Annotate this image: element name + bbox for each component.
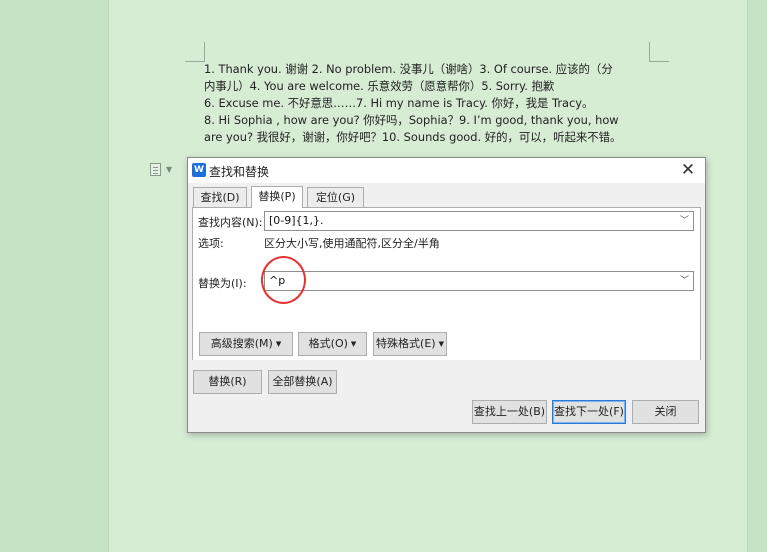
replace-all-button[interactable]: 全部替换(A)	[268, 370, 337, 394]
tab-replace[interactable]: 替换(P)	[251, 186, 303, 208]
advanced-search-button[interactable]: 高级搜索(M) ▼	[199, 332, 293, 356]
find-label: 查找内容(N):	[198, 216, 263, 229]
document-line: 1. Thank you. 谢谢 2. No problem. 没事儿（谢啥）3…	[204, 62, 613, 76]
options-value: 区分大小写,使用通配符,区分全/半角	[264, 237, 440, 250]
page-margin-marker-right	[649, 42, 669, 62]
document-body[interactable]: 1. Thank you. 谢谢 2. No problem. 没事儿（谢啥）3…	[204, 61, 654, 146]
close-button[interactable]: 关闭	[632, 400, 699, 424]
tab-goto[interactable]: 定位(G)	[307, 187, 364, 207]
document-line: 内事儿）4. You are welcome. 乐意效劳（愿意帮你）5. Sor…	[204, 79, 555, 93]
dropdown-icon: ▼	[350, 340, 357, 348]
chevron-down-icon[interactable]: ﹀	[680, 272, 689, 290]
special-format-button[interactable]: 特殊格式(E) ▼	[373, 332, 447, 356]
dropdown-icon: ▼	[438, 340, 444, 348]
document-line: 6. Excuse me. 不好意思……7. Hi my name is Tra…	[204, 96, 594, 110]
find-input[interactable]: [0-9]{1,}. ﹀	[264, 211, 694, 231]
replace-input[interactable]: ^p ﹀	[264, 271, 694, 291]
dialog-titlebar[interactable]: W 查找和替换 ✕	[188, 158, 705, 183]
find-input-value: [0-9]{1,}.	[269, 214, 324, 227]
paste-options-icon[interactable]: ▼	[150, 163, 174, 177]
expand-icon: ▼	[275, 340, 282, 348]
options-label: 选项:	[198, 237, 224, 250]
document-line: 8. Hi Sophia , how are you? 你好吗，Sophia？9…	[204, 113, 619, 127]
advanced-search-label: 高级搜索(M)	[210, 337, 273, 350]
wps-app-icon: W	[192, 163, 206, 177]
tab-find[interactable]: 查找(D)	[193, 187, 247, 207]
highlight-annotation-circle	[261, 256, 306, 304]
format-button[interactable]: 格式(O) ▼	[298, 332, 367, 356]
replace-label: 替换为(I):	[198, 277, 247, 290]
page-margin-marker-left	[185, 42, 205, 62]
format-label: 格式(O)	[308, 337, 348, 350]
chevron-down-icon[interactable]: ﹀	[680, 212, 689, 230]
replace-button[interactable]: 替换(R)	[193, 370, 262, 394]
dialog-title: 查找和替换	[209, 165, 270, 179]
find-previous-button[interactable]: 查找上一处(B)	[472, 400, 547, 424]
find-replace-dialog: W 查找和替换 ✕ 查找(D) 替换(P) 定位(G) 查找内容(N): [0-…	[187, 157, 706, 433]
close-icon[interactable]: ✕	[677, 159, 699, 181]
special-format-label: 特殊格式(E)	[376, 337, 436, 350]
find-next-button[interactable]: 查找下一处(F)	[552, 400, 626, 424]
document-line: are you? 我很好，谢谢，你好吧？10. Sounds good. 好的，…	[204, 130, 622, 144]
